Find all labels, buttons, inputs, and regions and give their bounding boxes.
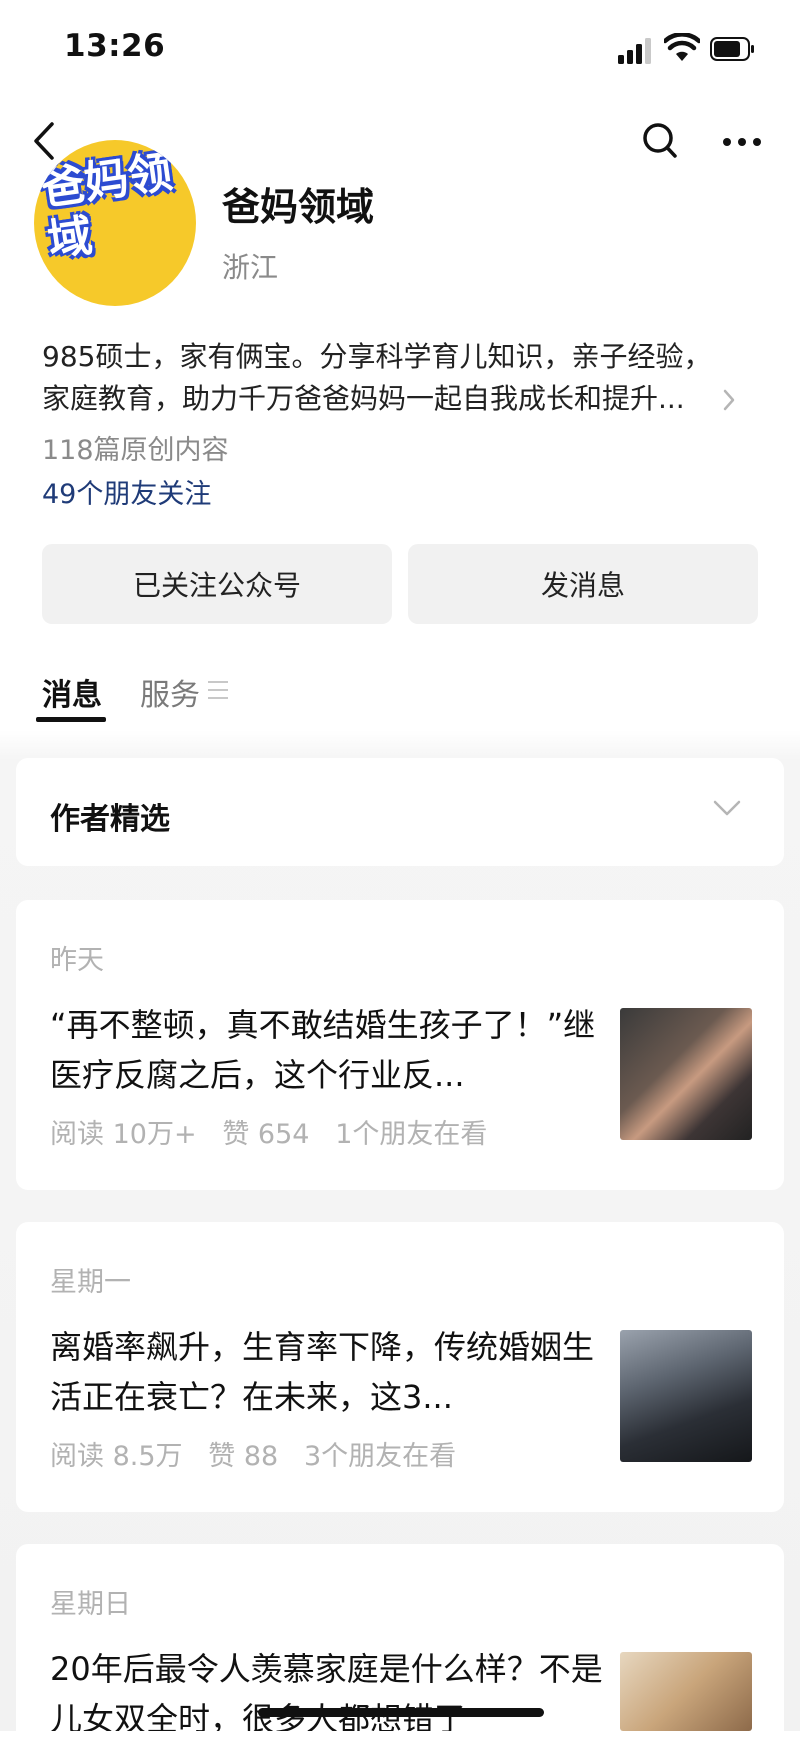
article-day: 昨天 [50,945,104,976]
home-indicator[interactable] [258,1708,544,1717]
article-reads: 阅读 8.5万 [50,1441,183,1472]
article-title[interactable]: 20年后最令人羡慕家庭是什么样？不是儿女双全时，很多人都想错了 [50,1644,610,1731]
back-icon[interactable] [30,120,60,162]
article-title[interactable]: 离婚率飙升，生育率下降，传统婚姻生活正在衰亡？在未来，这3... [50,1322,610,1422]
article-day: 星期日 [50,1589,131,1620]
wifi-icon [664,33,700,61]
original-content-count: 118篇原创内容 [42,435,229,466]
article-thumbnail[interactable] [620,1330,752,1462]
article-meta: 阅读 8.5万 赞 88 3个朋友在看 [50,1434,456,1473]
article-likes: 赞 654 [222,1119,310,1150]
followed-button[interactable]: 已关注公众号 [42,544,392,624]
article-thumbnail[interactable] [620,1652,752,1731]
send-message-button[interactable]: 发消息 [408,544,758,624]
tab-services[interactable]: 服务 [140,670,200,714]
article-likes: 赞 88 [208,1441,279,1472]
friends-following-link[interactable]: 49个朋友关注 [42,472,211,511]
status-time: 13:26 [64,28,166,64]
account-bio[interactable]: 985硕士，家有俩宝。分享科学育儿知识，亲子经验，家庭教育，助力千万爸爸妈妈一起… [42,336,732,420]
battery-icon [710,37,754,61]
avatar-logo-text: 爸妈领域 [37,146,176,267]
more-icon[interactable] [722,132,762,152]
tab-messages[interactable]: 消息 [42,670,102,714]
article-title[interactable]: “再不整顿，真不敢结婚生孩子了！”继医疗反腐之后，这个行业反... [50,1000,610,1100]
chevron-right-icon[interactable] [722,388,736,412]
chevron-down-icon[interactable] [712,798,742,818]
tab-underline [36,717,106,722]
avatar[interactable]: 爸妈领域 [34,140,196,306]
article-meta: 阅读 10万+ 赞 654 1个朋友在看 [50,1112,487,1151]
author-picks-title: 作者精选 [50,802,170,837]
article-day: 星期一 [50,1267,131,1298]
account-region: 浙江 [222,251,279,284]
menu-icon[interactable] [208,681,228,699]
account-name: 爸妈领域 [222,185,375,229]
article-reads: 阅读 10万+ [50,1119,197,1150]
article-thumbnail[interactable] [620,1008,752,1140]
signal-icon [618,38,656,64]
article-friends-viewing: 1个朋友在看 [335,1119,488,1150]
search-icon[interactable] [640,120,680,162]
article-friends-viewing: 3个朋友在看 [303,1441,457,1472]
